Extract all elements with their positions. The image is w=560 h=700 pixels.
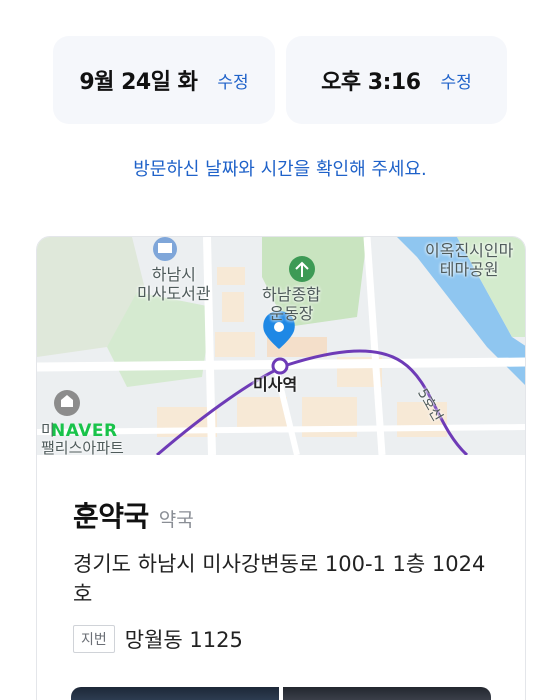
map-view[interactable]: 하남시 미사도서관 하남종합 운동장 미사역 이옥진시인마 테마공원 5호선 미… (37, 237, 525, 457)
map-label-park: 이옥진시인마 테마공원 (425, 241, 514, 280)
place-category: 약국 (158, 509, 194, 531)
place-photo[interactable] (283, 687, 491, 700)
place-info: 훈약국 약국 경기도 하남시 미사강변동로 100-1 1층 1024호 지번 … (37, 455, 525, 654)
naver-logo: NAVER (51, 421, 118, 441)
place-photo[interactable] (71, 687, 279, 700)
place-card[interactable]: 하남시 미사도서관 하남종합 운동장 미사역 이옥진시인마 테마공원 5호선 미… (36, 236, 526, 700)
station-marker (271, 357, 289, 375)
visit-time: 오후 3:16 (321, 70, 421, 95)
place-address: 경기도 하남시 미사강변동로 100-1 1층 1024호 (73, 552, 486, 607)
map-label-sports: 하남종합 운동장 (262, 285, 321, 324)
edit-time-button[interactable]: 수정 (441, 68, 472, 93)
visit-date: 9월 24일 화 (79, 70, 198, 95)
map-label-station: 미사역 (253, 375, 298, 394)
place-photos[interactable] (71, 687, 491, 700)
visit-date-card: 9월 24일 화 수정 (53, 36, 275, 124)
visit-time-card: 오후 3:16 수정 (286, 36, 507, 124)
place-name: 훈약국 (73, 500, 149, 533)
jibun-address: 망월동 1125 (124, 627, 243, 652)
visit-notice: 방문하신 날짜와 시간을 확인해 주세요. (133, 159, 427, 180)
edit-date-button[interactable]: 수정 (217, 68, 248, 93)
map-label-library: 하남시 미사도서관 (137, 265, 211, 304)
jibun-tag: 지번 (73, 624, 115, 653)
